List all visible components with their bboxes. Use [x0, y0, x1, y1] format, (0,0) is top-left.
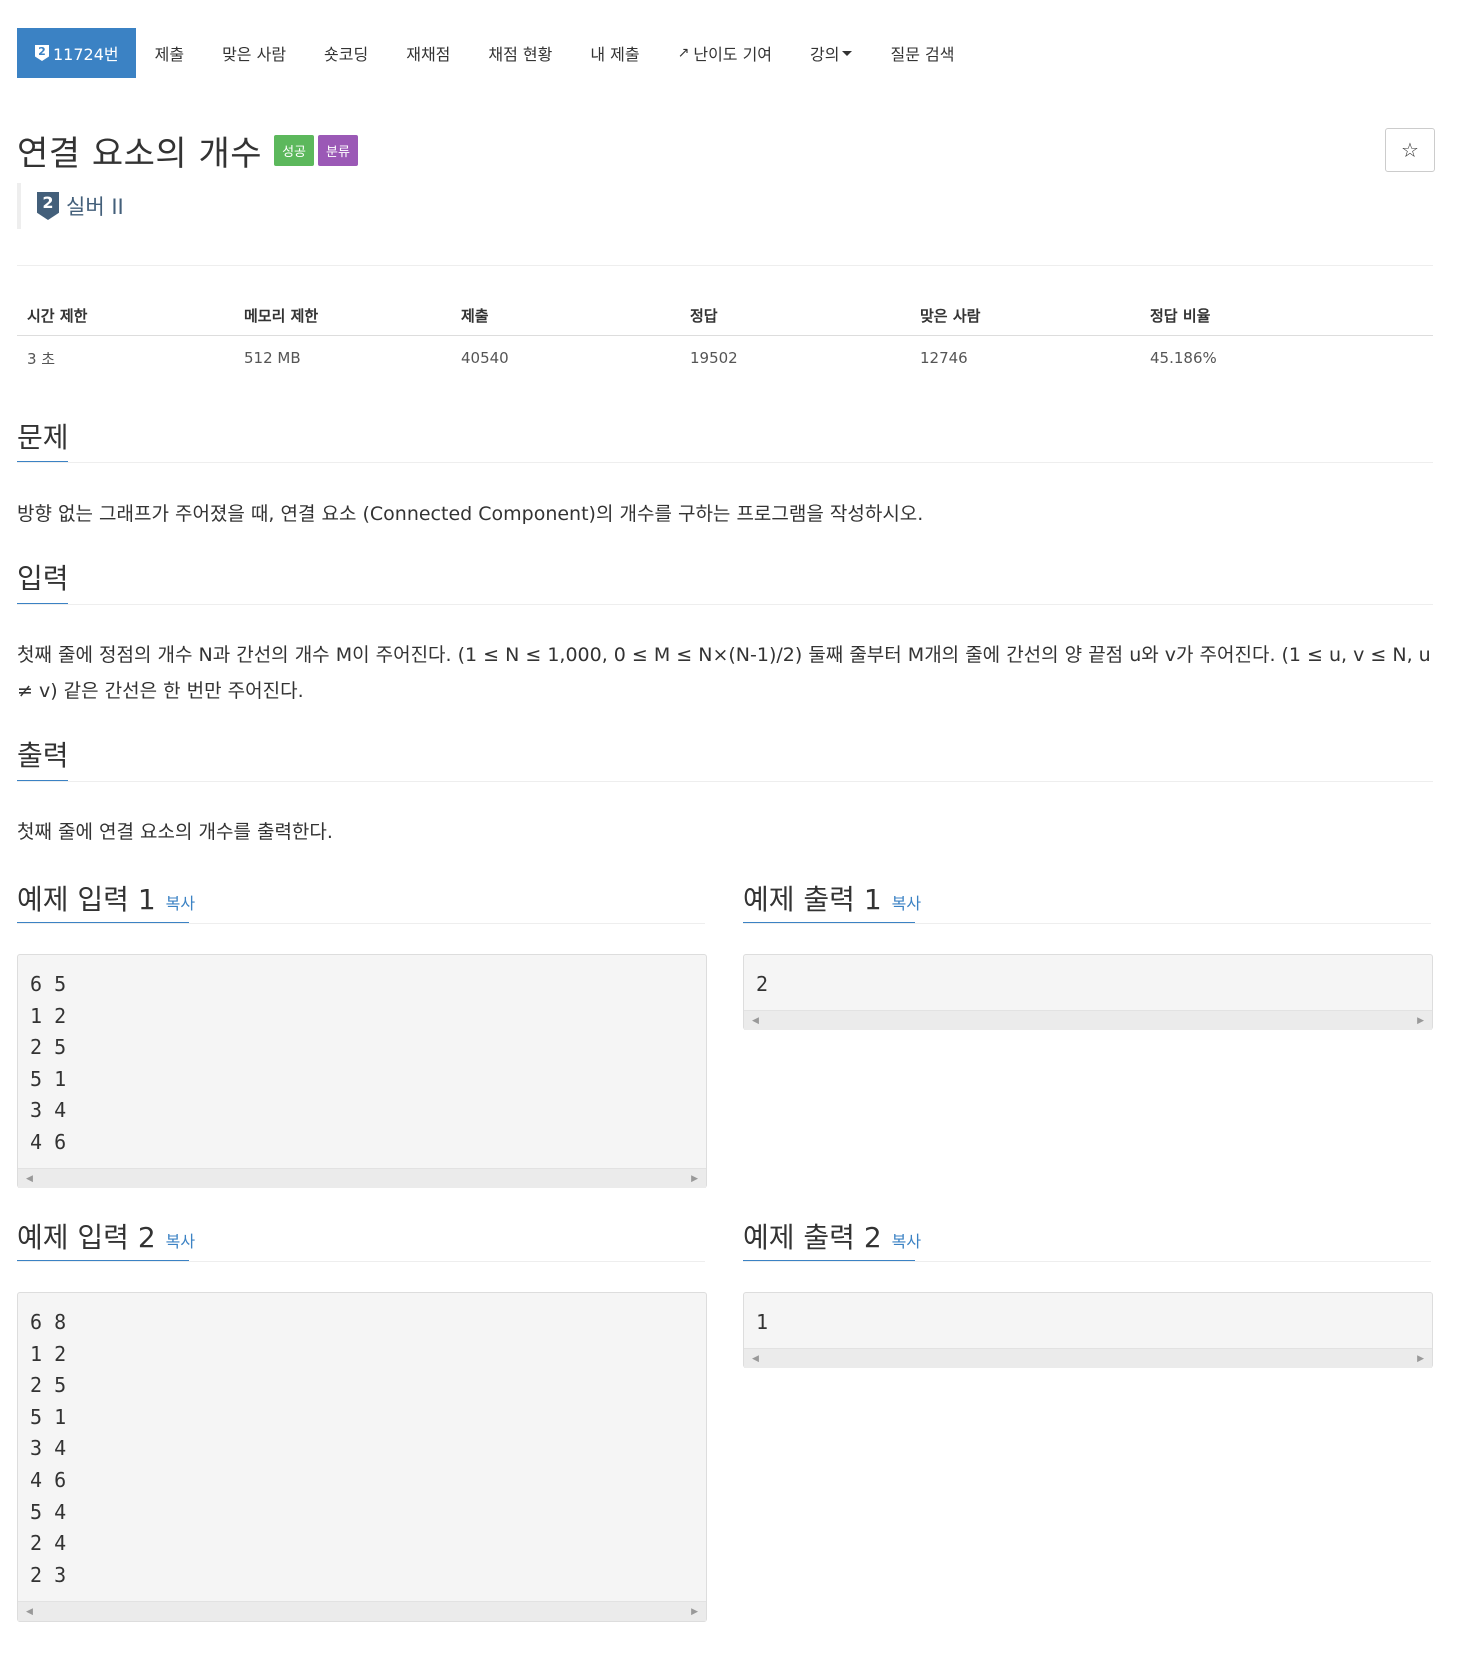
tier-icon: 2 [37, 192, 59, 220]
sample-output-2-title: 예제 출력 2 [743, 1221, 882, 1254]
tab-my-submissions[interactable]: 내 제출 [571, 28, 658, 78]
input-description: 첫째 줄에 정점의 개수 N과 간선의 개수 M이 주어진다. (1 ≤ N ≤… [17, 644, 1431, 702]
category-badge[interactable]: 분류 [318, 135, 358, 166]
output-description: 첫째 줄에 연결 요소의 개수를 출력한다. [17, 821, 333, 843]
value-accepted-users: 12746 [920, 349, 968, 367]
input-heading-rule [17, 604, 1433, 605]
tab-rejudge[interactable]: 재채점 [387, 28, 469, 78]
sample-input-2-heading: 예제 입력 2 복사 [17, 1216, 195, 1256]
scroll-left-icon[interactable]: ◀ [26, 1607, 33, 1617]
tab-difficulty-contribution[interactable]: ↗ 난이도 기여 [659, 28, 791, 78]
sample-input-2-scrollbar[interactable]: ◀ ▶ [18, 1601, 706, 1621]
tab-short-coding[interactable]: 숏코딩 [305, 28, 387, 78]
problem-title: 연결 요소의 개수 [17, 134, 263, 174]
info-header-row: 시간 제한 메모리 제한 제출 정답 맞은 사람 정답 비율 [17, 295, 1433, 336]
sample-input-1-heading: 예제 입력 1 복사 [17, 878, 195, 918]
header-submissions: 제출 [461, 306, 489, 325]
tab-status[interactable]: 채점 현황 [469, 28, 571, 78]
info-value-row: 3 초 512 MB 40540 19502 12746 45.186% [17, 336, 1433, 380]
tab-difficulty-label: 난이도 기여 [693, 45, 773, 64]
problem-heading-rule [17, 462, 1433, 463]
tab-accepted-users[interactable]: 맞은 사람 [203, 28, 305, 78]
copy-sample-input-2-link[interactable]: 복사 [166, 1232, 195, 1251]
scroll-right-icon[interactable]: ▶ [1417, 1354, 1424, 1364]
sample-input-1-rule [17, 923, 705, 924]
problem-title-row: 연결 요소의 개수 성공 분류 [17, 126, 358, 175]
header-time-limit: 시간 제한 [27, 306, 88, 325]
caret-down-icon [842, 50, 853, 56]
sample-output-2-rule [743, 1261, 1431, 1262]
value-memory-limit: 512 MB [244, 349, 301, 367]
tab-lectures-label: 강의 [810, 45, 840, 64]
header-accepted-users: 맞은 사람 [920, 306, 981, 325]
scroll-left-icon[interactable]: ◀ [752, 1016, 759, 1026]
star-icon: ☆ [1401, 138, 1419, 162]
sample-input-2-box[interactable]: 6 8 1 2 2 5 5 1 3 4 4 6 5 4 2 4 2 3 [17, 1292, 707, 1622]
scroll-left-icon[interactable]: ◀ [752, 1354, 759, 1364]
scroll-left-icon[interactable]: ◀ [26, 1174, 33, 1184]
tab-lectures[interactable]: 강의 [791, 28, 871, 78]
divider [17, 265, 1433, 266]
sample-input-2-title: 예제 입력 2 [17, 1221, 156, 1254]
scroll-right-icon[interactable]: ▶ [691, 1174, 698, 1184]
problem-info-table: 시간 제한 메모리 제한 제출 정답 맞은 사람 정답 비율 3 초 512 M… [17, 295, 1433, 380]
value-accept-ratio: 45.186% [1150, 349, 1217, 367]
sample-output-1-title: 예제 출력 1 [743, 883, 882, 916]
value-accepted: 19502 [690, 349, 738, 367]
value-time-limit: 3 초 [27, 349, 56, 368]
tab-question-search[interactable]: 질문 검색 [871, 28, 973, 78]
sample-input-1-title: 예제 입력 1 [17, 883, 156, 916]
external-link-icon: ↗ [677, 45, 690, 61]
sample-output-2-scrollbar[interactable]: ◀ ▶ [744, 1348, 1432, 1368]
sample-input-1-scrollbar[interactable]: ◀ ▶ [18, 1168, 706, 1188]
tab-problem-label: 11724번 [53, 45, 119, 64]
output-heading-rule [17, 781, 1433, 782]
star-button[interactable]: ☆ [1385, 128, 1435, 172]
copy-sample-output-1-link[interactable]: 복사 [892, 894, 921, 913]
sample-input-1-box[interactable]: 6 5 1 2 2 5 5 1 3 4 4 6 [17, 954, 707, 1188]
tier-badge-icon: 2 [35, 45, 49, 61]
sample-output-1-scrollbar[interactable]: ◀ ▶ [744, 1010, 1432, 1030]
output-heading: 출력 [17, 739, 69, 772]
success-badge: 성공 [274, 135, 314, 166]
problem-heading: 문제 [17, 421, 69, 454]
tier-name[interactable]: 실버 II [66, 191, 124, 221]
tier-label: 2 실버 II [17, 183, 124, 229]
header-memory-limit: 메모리 제한 [244, 306, 319, 325]
tab-problem[interactable]: 2 11724번 [17, 28, 136, 78]
scroll-right-icon[interactable]: ▶ [691, 1607, 698, 1617]
problem-description: 방향 없는 그래프가 주어졌을 때, 연결 요소 (Connected Comp… [17, 503, 924, 525]
sample-input-2-rule [17, 1261, 705, 1262]
problem-nav: 2 11724번 제출 맞은 사람 숏코딩 재채점 채점 현황 내 제출 ↗ 난… [17, 28, 973, 78]
value-submissions: 40540 [461, 349, 509, 367]
copy-sample-output-2-link[interactable]: 복사 [892, 1232, 921, 1251]
sample-output-1-heading: 예제 출력 1 복사 [743, 878, 921, 918]
page: 2 11724번 제출 맞은 사람 숏코딩 재채점 채점 현황 내 제출 ↗ 난… [0, 0, 1477, 1653]
header-accept-ratio: 정답 비율 [1150, 306, 1211, 325]
header-accepted: 정답 [690, 306, 718, 325]
tab-submit[interactable]: 제출 [136, 28, 203, 78]
copy-sample-input-1-link[interactable]: 복사 [166, 894, 195, 913]
scroll-right-icon[interactable]: ▶ [1417, 1016, 1424, 1026]
sample-output-1-rule [743, 923, 1431, 924]
sample-output-2-heading: 예제 출력 2 복사 [743, 1216, 921, 1256]
input-heading: 입력 [17, 562, 69, 595]
